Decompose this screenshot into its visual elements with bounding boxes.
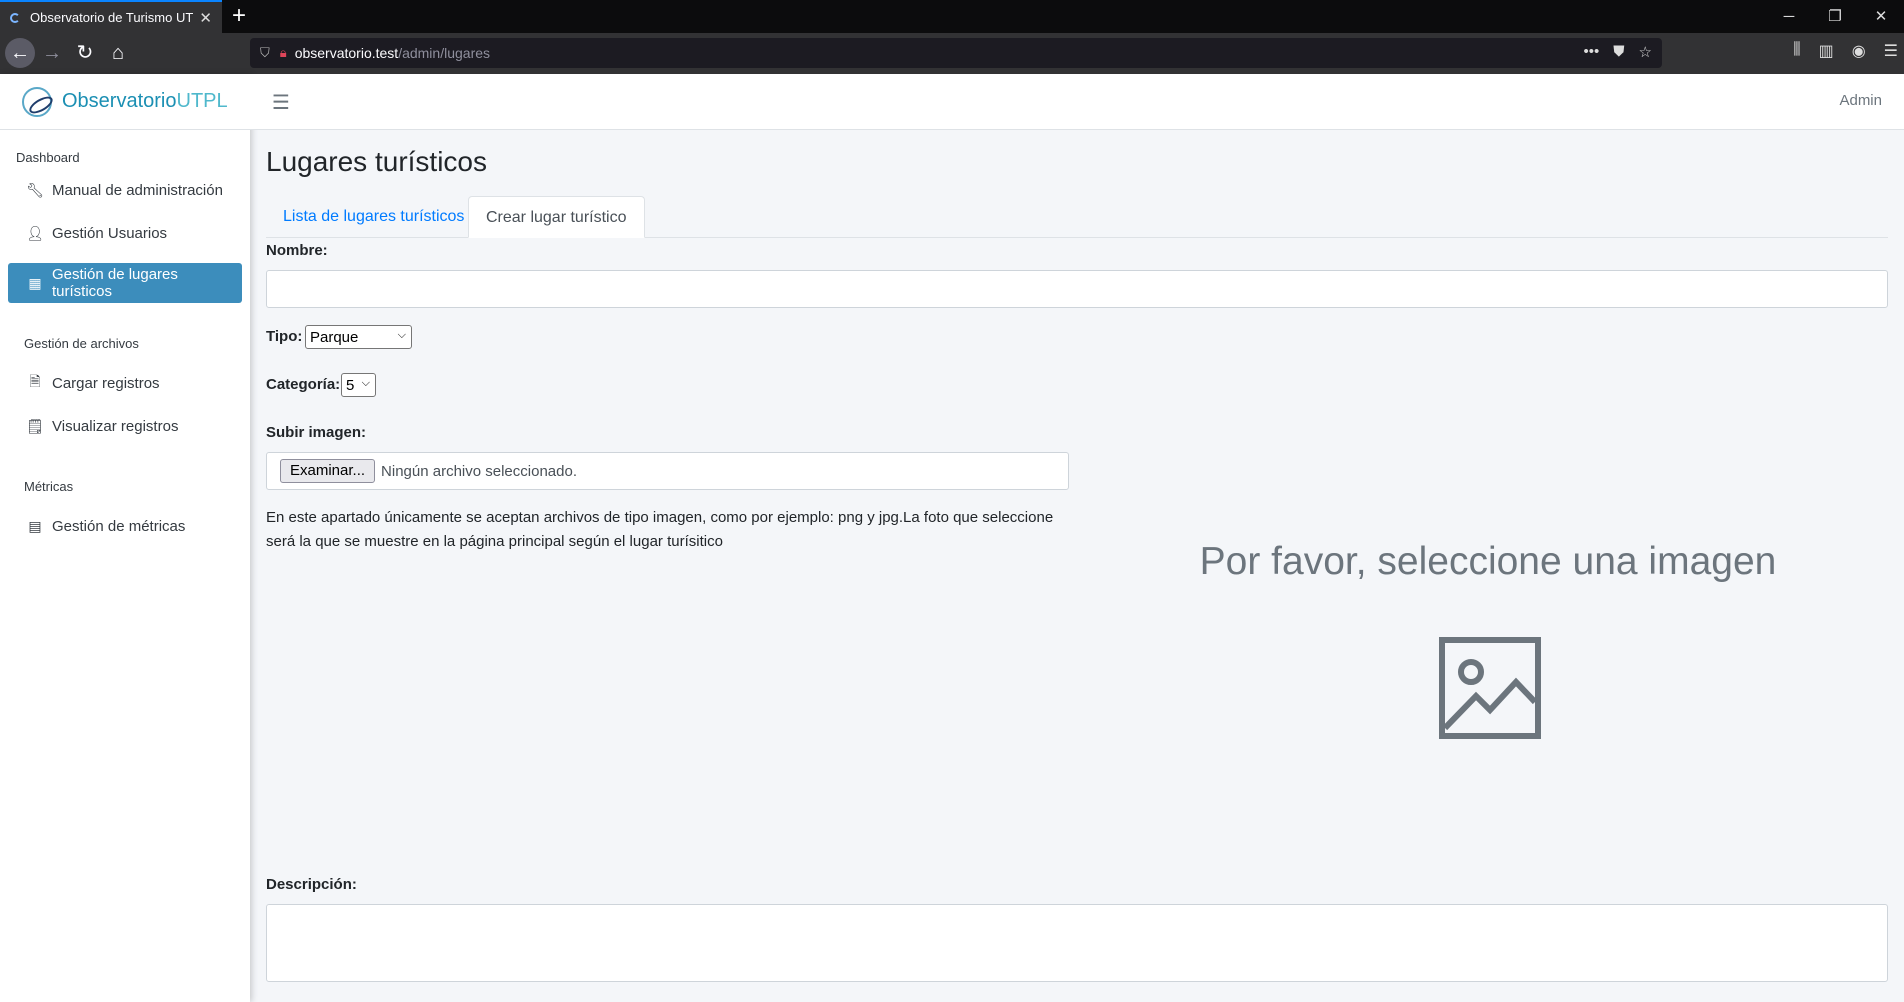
browser-tab-bar: Observatorio de Turismo UTPL ✕ + ─ ❐ ✕: [0, 0, 1904, 33]
hamburger-menu-icon[interactable]: ☰: [272, 90, 290, 115]
browser-tab-title: Observatorio de Turismo UTPL: [30, 10, 194, 25]
brand-name-light: UTPL: [176, 90, 228, 112]
categoria-label: Categoría:: [266, 376, 341, 393]
sidebar-item-label: Cargar registros: [52, 374, 160, 392]
tipo-selected-value: Parque: [310, 328, 359, 346]
page-title: Lugares turísticos: [266, 146, 487, 177]
browser-toolbar-right: ⫼ ▥ ◉ ☰: [1793, 41, 1904, 61]
sidebar-item-manual[interactable]: 🔧︎ Manual de administración: [8, 170, 242, 210]
menu-icon[interactable]: ☰: [1884, 41, 1898, 61]
forward-arrow-icon[interactable]: →: [37, 38, 67, 68]
image-placeholder-icon: [1439, 637, 1541, 739]
window-controls: ─ ❐ ✕: [1766, 0, 1904, 33]
restore-window-icon[interactable]: ❐: [1812, 0, 1858, 33]
nombre-label: Nombre:: [266, 242, 328, 259]
categoria-selected-value: 5: [346, 376, 355, 394]
url-actions: ••• ⛊ ☆: [1584, 43, 1652, 61]
sidebar-item-usuarios[interactable]: 👤︎ Gestión Usuarios: [8, 213, 242, 253]
file-text-icon: 🗒: [26, 417, 44, 434]
url-host: observatorio.test: [294, 45, 399, 61]
sidebar-item-metricas[interactable]: ▤ Gestión de métricas: [8, 506, 242, 546]
descripcion-label: Descripción:: [266, 876, 357, 893]
tab-lista-lugares[interactable]: Lista de lugares turísticos: [266, 196, 481, 238]
brand-logo-icon: [22, 86, 52, 117]
tab-crear-lugar[interactable]: Crear lugar turístico: [468, 196, 645, 238]
content-tabs: Lista de lugares turísticos Crear lugar …: [266, 196, 1888, 238]
file-input[interactable]: Examinar... Ningún archivo seleccionado.: [266, 452, 1069, 490]
user-menu[interactable]: Admin: [1839, 92, 1882, 109]
image-preview-message: Por favor, seleccione una imagen: [1199, 540, 1777, 583]
insecure-lock-icon[interactable]: 🔒︎: [280, 45, 287, 61]
browser-nav-bar: ← → ↻ ⌂ ⛉ 🔒︎ observatorio.test/admin/lug…: [0, 33, 1904, 74]
categoria-select[interactable]: 5 ⌵: [341, 373, 376, 397]
chevron-down-icon: ⌵: [361, 377, 370, 389]
new-tab-button[interactable]: +: [232, 3, 246, 29]
sidebar-item-label: Gestión de lugares turísticos: [51, 266, 178, 300]
back-arrow-icon[interactable]: ←: [5, 38, 35, 68]
page-actions-icon[interactable]: •••: [1584, 43, 1600, 61]
close-window-icon[interactable]: ✕: [1858, 0, 1904, 33]
sidebar-item-label: Manual de administración: [52, 181, 223, 199]
minimize-window-icon[interactable]: ─: [1766, 0, 1812, 33]
close-tab-icon[interactable]: ✕: [199, 9, 212, 27]
brand-name-strong: Observatorio: [62, 90, 177, 112]
sidebar-item-visualizar-registros[interactable]: 🗒 Visualizar registros: [8, 406, 242, 446]
sidebar-item-label: Gestión Usuarios: [52, 224, 168, 242]
sidebar-toggle-icon[interactable]: ▥: [1819, 41, 1834, 61]
sidebar-item-label: Visualizar registros: [52, 417, 179, 435]
sidebar-header-metricas: Métricas: [24, 479, 74, 494]
pocket-icon[interactable]: ⛊: [1613, 43, 1624, 61]
loading-spinner-icon: [10, 12, 20, 23]
url-path: /admin/lugares: [398, 45, 491, 61]
shield-icon[interactable]: ⛉: [260, 45, 270, 61]
building-icon: ▦: [28, 274, 42, 291]
account-icon[interactable]: ◉: [1852, 41, 1866, 61]
browse-file-button[interactable]: Examinar...: [280, 459, 376, 483]
brand-name: ObservatorioUTPL: [62, 90, 228, 113]
sidebar-header-dashboard: Dashboard: [16, 150, 80, 165]
file-import-icon: 🗎: [29, 373, 41, 389]
library-icon[interactable]: ⫼: [1793, 41, 1800, 61]
sidebar-item-label: Gestión de métricas: [52, 517, 186, 535]
chevron-down-icon: ⌵: [397, 329, 406, 341]
top-navbar: ☰ Admin: [250, 74, 1904, 130]
calculator-icon: ▤: [28, 517, 42, 534]
bookmark-star-icon[interactable]: ☆: [1639, 43, 1652, 61]
reload-icon[interactable]: ↻: [70, 38, 100, 68]
subir-imagen-label: Subir imagen:: [266, 424, 367, 441]
tipo-label: Tipo:: [266, 328, 303, 345]
browser-tab[interactable]: Observatorio de Turismo UTPL ✕: [0, 0, 222, 33]
sidebar-item-cargar-registros[interactable]: 🗎 Cargar registros: [8, 363, 242, 403]
descripcion-textarea[interactable]: [266, 904, 1888, 982]
brand-link[interactable]: ObservatorioUTPL: [0, 74, 250, 130]
image-help-text: En este apartado únicamente se aceptan a…: [266, 509, 1054, 550]
wrench-icon: 🔧︎: [26, 181, 44, 198]
sidebar-item-lugares[interactable]: ▦ Gestión de lugares turísticos: [8, 263, 242, 303]
address-bar[interactable]: ⛉ 🔒︎ observatorio.test/admin/lugares •••…: [250, 38, 1662, 68]
tipo-select[interactable]: Parque ⌵: [305, 325, 412, 349]
sidebar: ObservatorioUTPL Dashboard 🔧︎ Manual de …: [0, 74, 250, 1002]
sidebar-header-archivos: Gestión de archivos: [24, 336, 139, 351]
file-status: Ningún archivo seleccionado.: [381, 462, 577, 480]
user-icon: 👤︎: [26, 224, 44, 241]
nombre-input[interactable]: [266, 270, 1888, 308]
home-icon[interactable]: ⌂: [103, 38, 133, 68]
